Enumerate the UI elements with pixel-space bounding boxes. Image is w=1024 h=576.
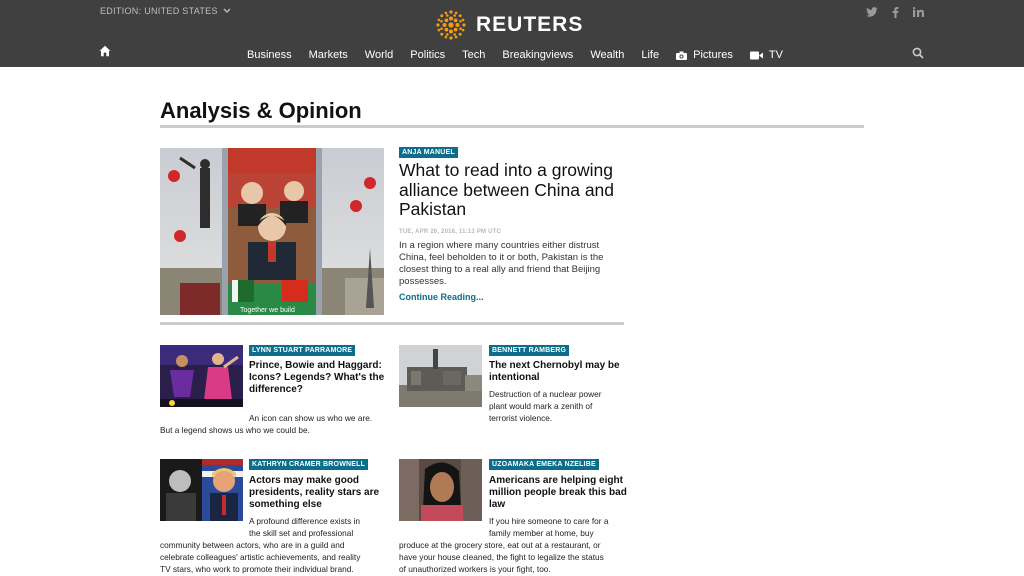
card-summary-line: produce at the grocery store, eat out at… xyxy=(399,540,601,550)
section-divider xyxy=(160,322,624,325)
title-divider xyxy=(160,125,864,128)
linkedin-icon[interactable] xyxy=(913,7,924,17)
card-summary-line: the skill set and professional xyxy=(249,528,354,538)
edition-label: EDITION: UNITED STATES xyxy=(100,6,218,16)
card-headline[interactable]: Actors may make good presidents, reality… xyxy=(249,475,387,511)
hero-headline[interactable]: What to read into a growing alliance bet… xyxy=(399,160,631,220)
author-tag[interactable]: KATHRYN CRAMER BROWNELL xyxy=(249,459,369,470)
nav-tech[interactable]: Tech xyxy=(462,49,485,61)
card-summary-line: A profound difference exists in xyxy=(249,516,361,526)
card-headline[interactable]: Prince, Bowie and Haggard: Icons? Legend… xyxy=(249,360,387,396)
card-summary-line: An icon can show us who we are. xyxy=(249,413,373,423)
nav-tv[interactable]: TV xyxy=(749,49,783,61)
card-summary-line: celebrate colleagues' artistic achieveme… xyxy=(160,552,361,562)
home-icon[interactable] xyxy=(99,45,111,57)
nav-life[interactable]: Life xyxy=(641,49,659,61)
card-summary-line: If you hire someone to care for a xyxy=(489,516,609,526)
card-summary-line: terrorist violence. xyxy=(489,413,553,423)
edition-selector[interactable]: EDITION: UNITED STATES xyxy=(100,6,231,16)
card-summary-line: TV stars, who work to promote their indi… xyxy=(160,564,354,574)
nav-markets[interactable]: Markets xyxy=(309,49,348,61)
image-caption: Together we build xyxy=(240,307,295,314)
search-icon[interactable] xyxy=(912,47,924,59)
reuters-logo[interactable]: REUTERS xyxy=(434,8,583,42)
card-image[interactable] xyxy=(399,459,482,521)
card-summary-line: have your house cleaned, the fight to le… xyxy=(399,552,604,562)
card-image[interactable] xyxy=(399,345,482,407)
page-title: Analysis & Opinion xyxy=(160,98,362,123)
author-tag[interactable]: BENNETT RAMBERG xyxy=(489,345,570,356)
card-summary-line: family member at home, buy xyxy=(489,528,594,538)
brand-wordmark: REUTERS xyxy=(476,13,584,36)
card-headline[interactable]: The next Chernobyl may be intentional xyxy=(489,360,627,384)
card-image[interactable] xyxy=(160,345,243,407)
author-tag[interactable]: UZOAMAKA EMEKA NZELIBE xyxy=(489,459,599,470)
card-image[interactable] xyxy=(160,459,243,521)
nav-politics[interactable]: Politics xyxy=(410,49,445,61)
main-nav: Business Markets World Politics Tech Bre… xyxy=(247,49,800,61)
author-tag[interactable]: LYNN STUART PARRAMORE xyxy=(249,345,356,356)
card-summary-line: plant would mark a zenith of xyxy=(489,401,593,411)
card-summary-line: But a legend shows us who we could be. xyxy=(160,425,310,435)
reuters-logo-icon xyxy=(436,10,466,40)
nav-business[interactable]: Business xyxy=(247,49,292,61)
nav-breakingviews[interactable]: Breakingviews xyxy=(502,49,573,61)
site-header: EDITION: UNITED STATES REUTERS Business … xyxy=(0,0,1024,67)
continue-reading-link[interactable]: Continue Reading... xyxy=(399,292,484,302)
card-summary-line: community between actors, who are in a g… xyxy=(160,540,345,550)
nav-pictures[interactable]: Pictures xyxy=(676,49,733,61)
hero-summary: In a region where many countries either … xyxy=(399,240,604,287)
card-summary-line: of unauthorized workers is your fight, t… xyxy=(399,564,551,574)
card-summary-line: Destruction of a nuclear power xyxy=(489,389,602,399)
video-icon xyxy=(749,51,763,59)
social-links xyxy=(866,7,924,18)
hero-date: TUE, APR 26, 2016, 11:13 PM UTC xyxy=(399,229,502,235)
hero-image[interactable]: Together we build xyxy=(160,148,384,315)
facebook-icon[interactable] xyxy=(892,7,899,18)
nav-world[interactable]: World xyxy=(365,49,394,61)
camera-icon xyxy=(676,51,688,60)
nav-wealth[interactable]: Wealth xyxy=(590,49,624,61)
twitter-icon[interactable] xyxy=(866,7,878,17)
card-headline[interactable]: Americans are helping eight million peop… xyxy=(489,475,627,511)
author-tag[interactable]: ANJA MANUEL xyxy=(399,147,458,158)
chevron-down-icon xyxy=(223,8,231,13)
